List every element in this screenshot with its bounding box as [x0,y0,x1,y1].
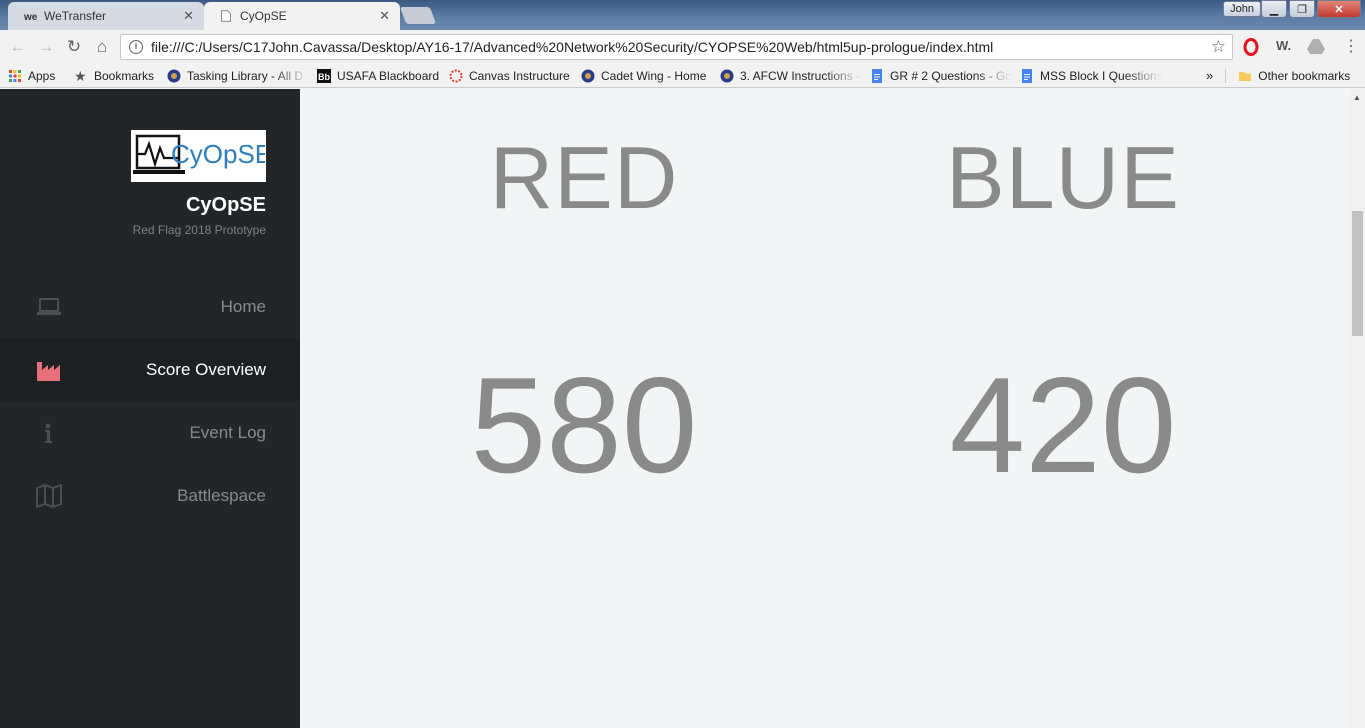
tab-cyopse[interactable]: CyOpSE ✕ [204,2,400,30]
info-icon [45,423,52,443]
extension-w-icon[interactable]: W. [1276,38,1291,53]
bookmark-canvas[interactable]: Canvas Instructure [441,69,573,83]
bookmark-other[interactable]: Other bookmarks [1225,68,1358,83]
canvas-icon [449,69,463,82]
tab-strip: we WeTransfer ✕ CyOpSE ✕ John ▁ ❐ ✕ [0,0,1365,30]
menu-dots-icon[interactable]: ⋮ [1343,36,1359,56]
bookmark-label: Tasking Library - All D [187,68,304,83]
tab-close-icon[interactable]: ✕ [379,8,390,24]
sidebar-item-label: Score Overview [146,359,266,379]
sidebar: CyOpSE CyOpSE Red Flag 2018 Prototype Ho… [0,89,300,728]
forward-arrow-icon[interactable]: → [32,37,60,57]
page-scrollbar[interactable]: ▲ [1350,89,1365,728]
site-logo[interactable]: CyOpSE [131,130,266,182]
blue-team-heading: BLUE [946,128,1180,227]
bookmark-label: Apps [28,68,56,83]
bookmark-apps[interactable]: Apps [0,69,66,83]
bookmark-label: Canvas Instructure [469,68,570,83]
bookmark-afcw-instructions[interactable]: 3. AFCW Instructions - [712,69,862,83]
bookmarks-bar: Apps ★ Bookmarks Tasking Library - All D… [0,64,1365,88]
svg-text:Bb: Bb [318,72,330,82]
sidebar-item-label: Event Log [189,422,266,442]
sidebar-nav: Home Score Overview Event Log Battlespac… [0,275,300,527]
site-name: CyOpSE [185,194,266,216]
usafa-seal-icon [581,69,595,82]
tab-close-icon[interactable]: ✕ [183,8,194,24]
bookmark-label: Bookmarks [94,68,155,83]
tab-title: WeTransfer [44,9,107,23]
site-subtitle: Red Flag 2018 Prototype [132,223,266,237]
laptop-icon [37,297,61,315]
sidebar-item-label: Home [220,296,266,316]
svg-text:we: we [24,12,38,22]
sidebar-item-battlespace[interactable]: Battlespace [0,464,300,527]
bookmark-bookmarks[interactable]: ★ Bookmarks [66,69,159,83]
bookmark-mss-questions[interactable]: MSS Block I Questions [1012,68,1162,83]
bookmark-tasking-library[interactable]: Tasking Library - All D [159,69,309,83]
tab-title: CyOpSE [240,9,287,23]
sidebar-item-event-log[interactable]: Event Log [0,401,300,464]
bookmark-label: Cadet Wing - Home [601,68,707,83]
bookmark-label: Other bookmarks [1258,68,1351,83]
tab-wetransfer[interactable]: we WeTransfer ✕ [8,2,204,30]
red-team-heading: RED [489,128,679,227]
address-bar[interactable]: i file:///C:/Users/C17John.Cavassa/Deskt… [120,34,1233,60]
restore-button[interactable]: ❐ [1289,0,1315,18]
url-text[interactable]: file:///C:/Users/C17John.Cavassa/Desktop… [151,39,1211,55]
bookmark-label: MSS Block I Questions [1040,68,1162,83]
score-overview-section: RED BLUE 580 420 [300,89,1350,728]
google-doc-icon [872,68,882,83]
close-window-button[interactable]: ✕ [1317,0,1361,18]
window-controls: ▁ ❐ ✕ [1261,0,1361,18]
minimize-button[interactable]: ▁ [1261,0,1287,18]
scroll-up-arrow-icon[interactable]: ▲ [1353,93,1361,102]
opera-icon[interactable] [1243,38,1259,56]
profile-button[interactable]: John [1223,1,1261,17]
wetransfer-icon: we [24,12,38,22]
home-icon[interactable]: ⌂ [88,37,116,57]
cyopse-logo-icon: CyOpSE [132,134,265,174]
info-icon[interactable]: i [129,40,143,54]
logo-text: CyOpSE [171,139,265,169]
bookmark-gr-questions[interactable]: GR # 2 Questions - Go [862,68,1012,83]
google-drive-icon[interactable] [1307,38,1325,54]
page-icon [221,10,231,22]
blackboard-icon: Bb [317,68,331,83]
usafa-seal-icon [167,69,181,82]
star-icon: ★ [74,68,87,83]
google-doc-icon [1022,68,1032,83]
blue-team-score: 420 [949,349,1177,501]
apps-grid-icon [9,69,21,82]
scrollbar-thumb[interactable] [1352,211,1363,336]
red-team-score: 580 [470,349,698,501]
bookmark-star-icon[interactable]: ☆ [1211,37,1226,57]
bookmark-usafa-blackboard[interactable]: Bb USAFA Blackboard [309,68,441,83]
bookmark-cadet-wing[interactable]: Cadet Wing - Home [573,69,712,83]
bookmark-label: GR # 2 Questions - Go [890,68,1012,83]
sidebar-item-score-overview[interactable]: Score Overview [0,338,300,401]
back-arrow-icon[interactable]: ← [4,37,32,57]
bookmark-label: 3. AFCW Instructions - [740,68,861,83]
factory-icon [37,361,60,381]
new-tab-button[interactable] [399,7,437,24]
folder-icon [1239,71,1252,81]
sidebar-item-label: Battlespace [177,485,266,505]
bookmarks-overflow-icon[interactable]: » [1206,68,1213,83]
usafa-seal-icon [720,69,734,82]
map-icon [36,483,62,508]
bookmark-label: USAFA Blackboard [337,68,440,83]
reload-icon[interactable]: ↻ [60,37,88,57]
browser-toolbar: ← → ↻ ⌂ i file:///C:/Users/C17John.Cavas… [0,30,1365,64]
sidebar-item-home[interactable]: Home [0,275,300,338]
